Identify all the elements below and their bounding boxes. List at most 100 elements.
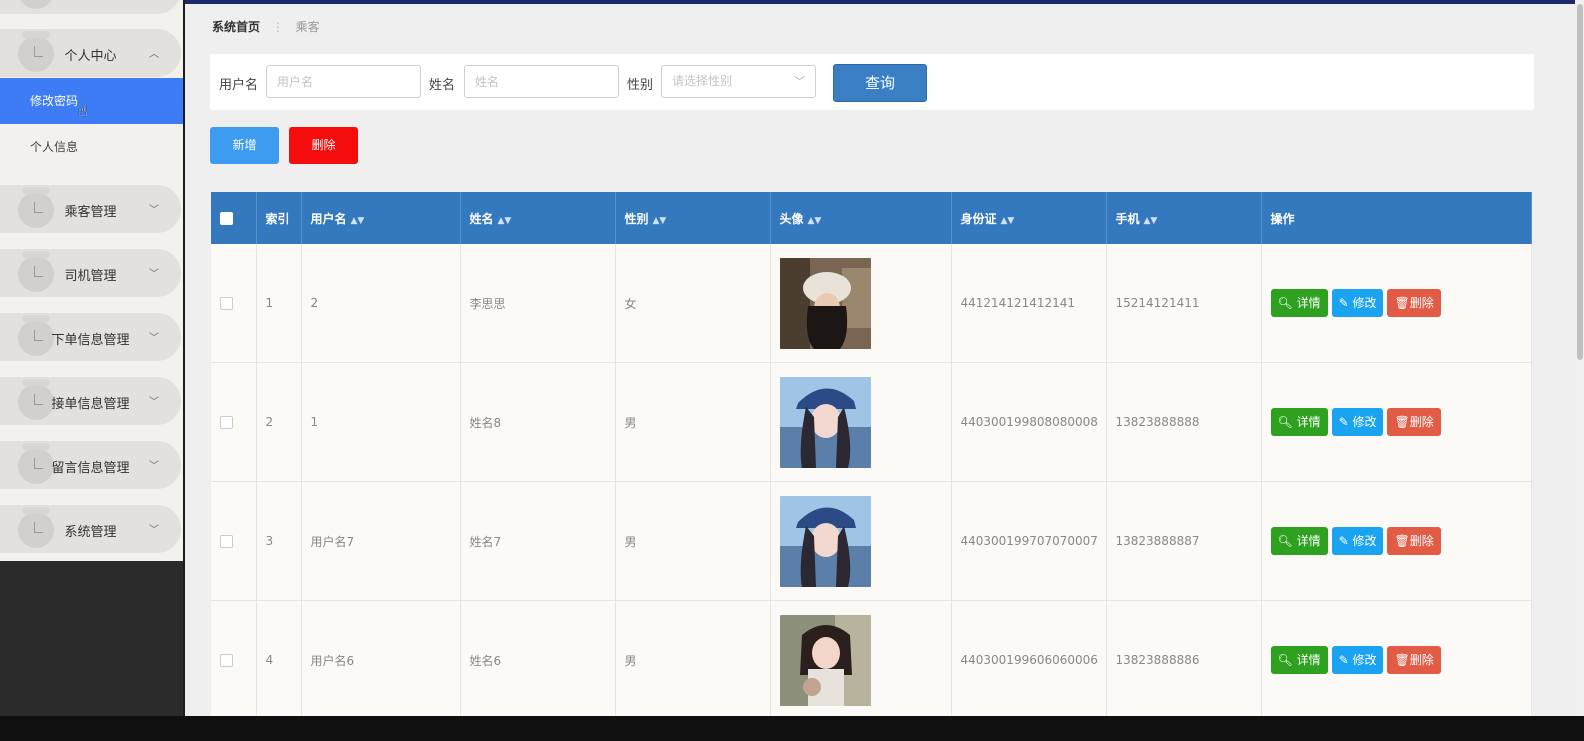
sort-icon: ▲▼ bbox=[497, 215, 512, 226]
detail-button[interactable]: 🔍︎ 详情 bbox=[1270, 408, 1328, 436]
sidebar-item-message[interactable]: 留言信息管理 ﹀ bbox=[0, 441, 181, 489]
cell-phone: 13823888886 bbox=[1106, 600, 1262, 720]
sidebar-item-driver[interactable]: 司机管理 ﹀ bbox=[0, 249, 181, 297]
select-all-checkbox[interactable] bbox=[220, 212, 233, 225]
header-avatar[interactable]: 头像 ▲▼ bbox=[770, 192, 952, 244]
breadcrumb: 系统首页 ⋮ 乘客 bbox=[212, 18, 320, 35]
cell-id-card: 440300199606060006 bbox=[951, 600, 1107, 720]
menu-icon bbox=[18, 0, 54, 9]
cell-name: 姓名6 bbox=[460, 600, 616, 720]
cell-phone: 13823888887 bbox=[1106, 481, 1262, 601]
header-select-all[interactable] bbox=[211, 192, 257, 244]
header-phone[interactable]: 手机 ▲▼ bbox=[1106, 192, 1262, 244]
search-icon: 🔍︎ bbox=[1277, 415, 1293, 429]
name-input[interactable] bbox=[464, 65, 619, 98]
table-row: 3 用户名7 姓名7 男 440300199707070007 13823888… bbox=[211, 481, 1532, 601]
row-checkbox[interactable] bbox=[220, 654, 233, 667]
main-content: 系统首页 ⋮ 乘客 用户名 姓名 性别 请选择性别 ﹀ 查询 新增 删除 索引 … bbox=[185, 0, 1575, 720]
header-index: 索引 bbox=[256, 192, 302, 244]
trash-icon: 🗑︎ bbox=[1394, 653, 1410, 667]
trash-icon: 🗑︎ bbox=[1394, 296, 1410, 310]
edit-button[interactable]: ✎ 修改 bbox=[1331, 408, 1384, 436]
detail-button[interactable]: 🔍︎ 详情 bbox=[1270, 289, 1328, 317]
chevron-down-icon: ﹀ bbox=[149, 525, 159, 536]
breadcrumb-current: 乘客 bbox=[295, 20, 320, 34]
query-button[interactable]: 查询 bbox=[833, 64, 927, 102]
sidebar-subitem-change-password[interactable]: 修改密码 bbox=[0, 78, 183, 124]
sidebar-item-passenger[interactable]: 乘客管理 ﹀ bbox=[0, 185, 181, 233]
pencil-icon: ✎ bbox=[1338, 534, 1349, 548]
cell-name: 姓名7 bbox=[460, 481, 616, 601]
search-icon: 🔍︎ bbox=[1277, 296, 1293, 310]
delete-button[interactable]: 🗑︎删除 bbox=[1387, 527, 1441, 555]
header-actions: 操作 bbox=[1261, 192, 1532, 244]
cell-avatar bbox=[770, 481, 952, 601]
chevron-up-icon: ︿ bbox=[149, 49, 159, 60]
batch-delete-button[interactable]: 删除 bbox=[289, 127, 358, 164]
gender-select[interactable]: 请选择性别 ﹀ bbox=[661, 65, 816, 98]
delete-button[interactable]: 🗑︎删除 bbox=[1387, 408, 1441, 436]
sort-icon: ▲▼ bbox=[1000, 215, 1015, 226]
scrollbar-thumb[interactable] bbox=[1577, 4, 1583, 360]
search-bar: 用户名 姓名 性别 请选择性别 ﹀ 查询 bbox=[210, 54, 1534, 110]
search-icon: 🔍︎ bbox=[1277, 534, 1293, 548]
delete-button[interactable]: 🗑︎删除 bbox=[1387, 289, 1441, 317]
avatar bbox=[779, 257, 871, 349]
sort-icon: ▲▼ bbox=[350, 215, 365, 226]
detail-button[interactable]: 🔍︎ 详情 bbox=[1270, 646, 1328, 674]
trash-icon: 🗑︎ bbox=[1394, 534, 1410, 548]
row-select[interactable] bbox=[211, 362, 257, 482]
sort-icon: ▲▼ bbox=[807, 215, 822, 226]
gender-select-placeholder: 请选择性别 bbox=[672, 74, 733, 88]
row-checkbox[interactable] bbox=[220, 535, 233, 548]
sidebar-item-order[interactable]: 下单信息管理 ﹀ bbox=[0, 313, 181, 361]
edit-button[interactable]: ✎ 修改 bbox=[1331, 646, 1384, 674]
cell-name: 姓名8 bbox=[460, 362, 616, 482]
cell-username: 2 bbox=[301, 244, 461, 363]
detail-button[interactable]: 🔍︎ 详情 bbox=[1270, 527, 1328, 555]
sidebar-item-top[interactable] bbox=[0, 0, 181, 14]
sort-icon: ▲▼ bbox=[652, 215, 667, 226]
sidebar-subitem-profile[interactable]: 个人信息 bbox=[0, 124, 183, 170]
cell-avatar bbox=[770, 362, 952, 482]
table-row: 1 2 李思思 女 441214121412141 15214121411 🔍︎… bbox=[211, 244, 1532, 363]
cell-gender: 男 bbox=[615, 600, 771, 720]
cell-phone: 15214121411 bbox=[1106, 244, 1262, 363]
chevron-down-icon: ﹀ bbox=[149, 397, 159, 408]
sidebar: 个人中心 ︿ 修改密码 个人信息 ☝ 乘客管理 ﹀ 司机管理 ﹀ 下单信息管理 … bbox=[0, 0, 183, 561]
chevron-down-icon: ﹀ bbox=[149, 269, 159, 280]
sidebar-background bbox=[0, 561, 183, 716]
row-select[interactable] bbox=[211, 600, 257, 720]
cell-actions: 🔍︎ 详情 ✎ 修改 🗑︎删除 bbox=[1261, 362, 1532, 482]
chevron-down-icon: ﹀ bbox=[149, 333, 159, 344]
header-id-card[interactable]: 身份证 ▲▼ bbox=[951, 192, 1107, 244]
cell-gender: 女 bbox=[615, 244, 771, 363]
add-button[interactable]: 新增 bbox=[210, 127, 279, 164]
row-checkbox[interactable] bbox=[220, 297, 233, 310]
cell-index: 1 bbox=[256, 244, 302, 363]
edit-button[interactable]: ✎ 修改 bbox=[1331, 289, 1384, 317]
sidebar-group-personal[interactable]: 个人中心 ︿ bbox=[0, 29, 181, 77]
username-input[interactable] bbox=[266, 65, 421, 98]
cell-index: 3 bbox=[256, 481, 302, 601]
header-username[interactable]: 用户名 ▲▼ bbox=[301, 192, 461, 244]
header-gender[interactable]: 性别 ▲▼ bbox=[615, 192, 771, 244]
delete-button[interactable]: 🗑︎删除 bbox=[1387, 646, 1441, 674]
row-select[interactable] bbox=[211, 244, 257, 363]
breadcrumb-home[interactable]: 系统首页 bbox=[212, 20, 260, 34]
chevron-down-icon: ﹀ bbox=[149, 461, 159, 472]
table-header-row: 索引 用户名 ▲▼ 姓名 ▲▼ 性别 ▲▼ 头像 ▲▼ 身份证 ▲▼ 手机 ▲▼ 操作 bbox=[211, 192, 1532, 244]
search-icon: 🔍︎ bbox=[1277, 653, 1293, 667]
hand-cursor-icon: ☝ bbox=[78, 101, 88, 120]
sidebar-item-accept[interactable]: 接单信息管理 ﹀ bbox=[0, 377, 181, 425]
chevron-down-icon: ﹀ bbox=[794, 75, 805, 88]
cell-name: 李思思 bbox=[460, 244, 616, 363]
cell-actions: 🔍︎ 详情 ✎ 修改 🗑︎删除 bbox=[1261, 600, 1532, 720]
edit-button[interactable]: ✎ 修改 bbox=[1331, 527, 1384, 555]
header-name[interactable]: 姓名 ▲▼ bbox=[460, 192, 616, 244]
cell-id-card: 440300199808080008 bbox=[951, 362, 1107, 482]
sidebar-item-system[interactable]: 系统管理 ﹀ bbox=[0, 505, 181, 553]
row-select[interactable] bbox=[211, 481, 257, 601]
row-checkbox[interactable] bbox=[220, 416, 233, 429]
gender-label: 性别 bbox=[627, 78, 654, 93]
